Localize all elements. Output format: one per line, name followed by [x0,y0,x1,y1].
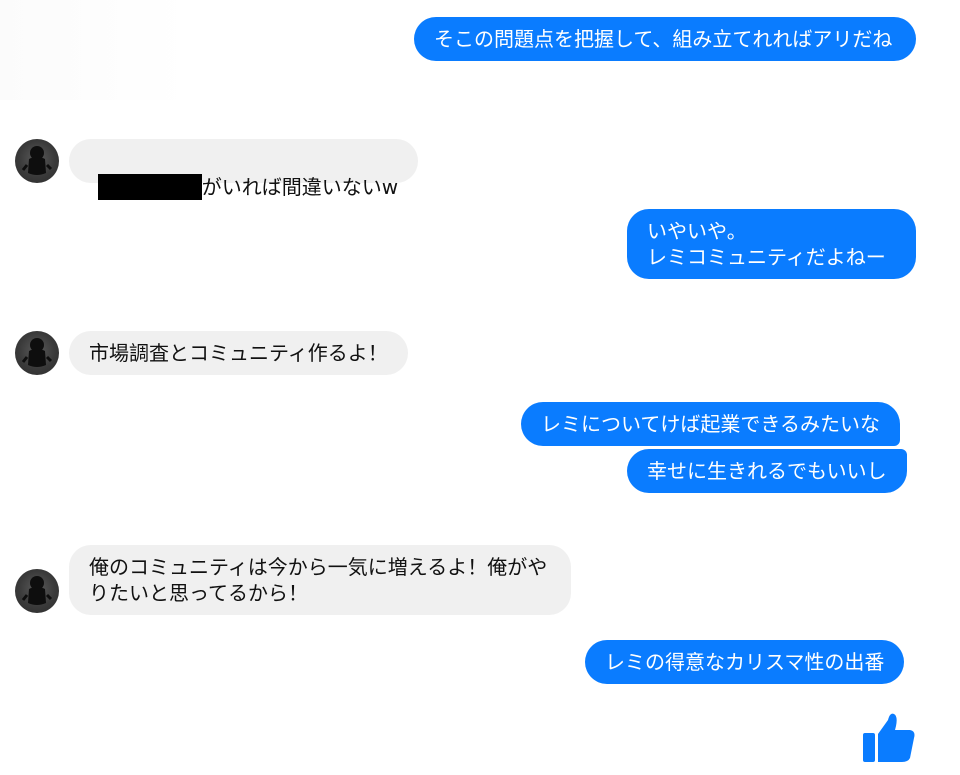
message-bubble-outgoing[interactable]: そこの問題点を把握して、組み立てれればアリだね [414,17,916,61]
avatar-icon[interactable] [15,569,59,613]
thumbs-up-icon[interactable] [862,710,916,764]
message-bubble-outgoing[interactable]: 幸せに生きれるでもいいし [627,449,907,493]
message-text: がいれば間違いないw [201,175,399,199]
redaction-bar [97,174,202,200]
avatar-icon[interactable] [15,331,59,375]
avatar-icon[interactable] [15,139,59,183]
message-bubble-incoming[interactable]: 市場調査とコミュニティ作るよ！ [69,331,408,375]
message-bubble-incoming[interactable]: 俺のコミュニティは今から一気に増えるよ！俺がやりたいと思ってるから！ [69,545,571,615]
message-bubble-incoming[interactable]: がいれば間違いないw [69,139,419,200]
message-bubble-outgoing[interactable]: いやいや。 レミコミュニティだよねー [627,209,916,279]
message-bubble-outgoing[interactable]: レミの得意なカリスマ性の出番 [585,640,905,684]
background-shade [0,0,190,100]
message-bubble-outgoing[interactable]: レミについてけば起業できるみたいな [521,402,900,446]
